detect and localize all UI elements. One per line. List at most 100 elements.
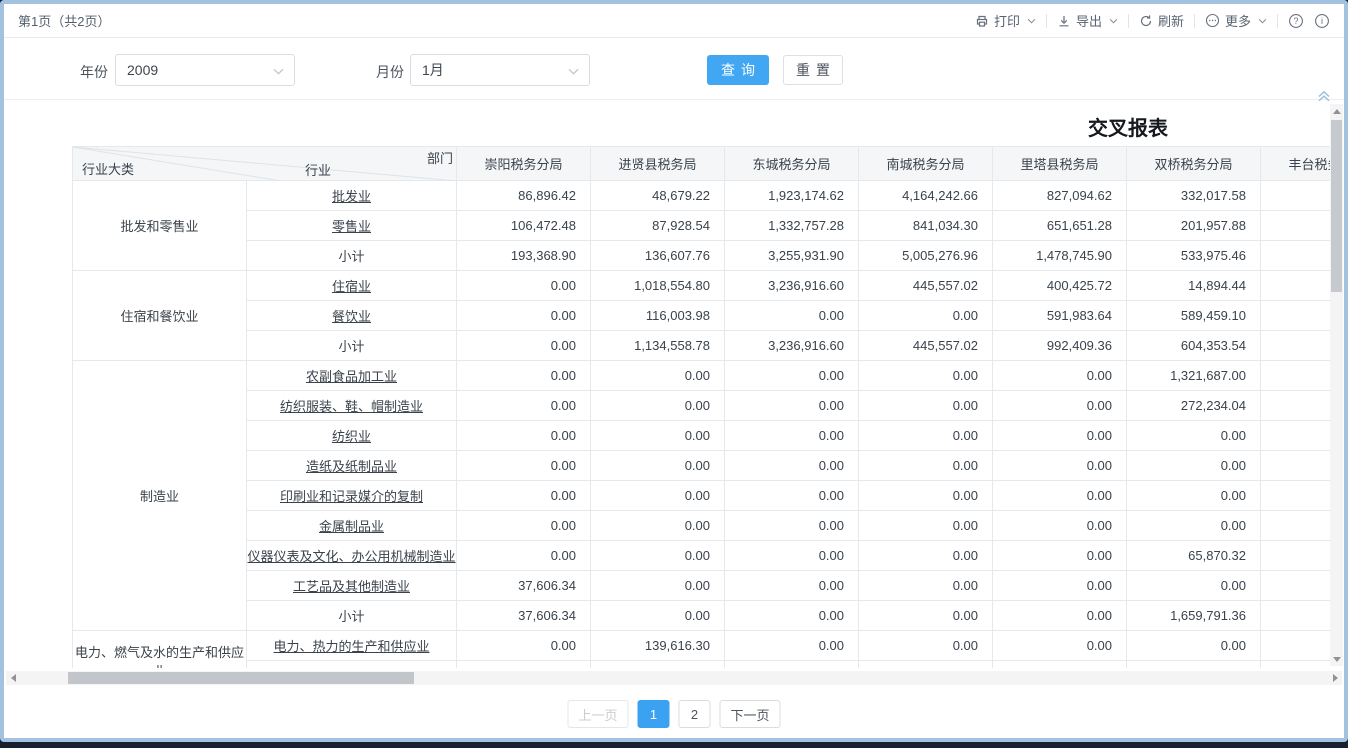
value-cell: 0.00 [859,421,993,451]
page-button-1[interactable]: 1 [638,700,670,728]
month-select[interactable]: 1月 [410,54,590,86]
chevron-down-icon [1258,18,1267,24]
value-cell: 272,234.04 [1127,391,1261,421]
industry-link[interactable]: 电力、热力的生产和供应业 [247,631,457,661]
chevron-down-icon [1027,18,1036,24]
industry-link[interactable]: 纺织业 [247,421,457,451]
reset-button[interactable]: 重置 [783,55,843,85]
value-cell: 0.00 [859,511,993,541]
header-row: 行业大类 行业 部门 崇阳税务分局进贤县税务局东城税务分局南城税务分局里塔县税务… [73,147,1333,181]
industry-link[interactable]: 农副食品加工业 [247,361,457,391]
industry-link[interactable]: 工艺品及其他制造业 [247,571,457,601]
value-cell: 0.00 [725,301,859,331]
category-cell: 批发和零售业 [73,181,247,271]
industry-link[interactable]: 造纸及纸制品业 [247,451,457,481]
value-cell: 0.00 [457,661,591,669]
query-button[interactable]: 查询 [707,55,769,85]
value-cell: 0.00 [457,331,591,361]
vertical-scrollbar[interactable] [1330,104,1343,666]
value-cell: 1,478,745.90 [993,241,1127,271]
value-cell [1261,541,1333,571]
value-cell: 0.00 [859,541,993,571]
value-cell: 0.00 [591,571,725,601]
cross-report-table: 行业大类 行业 部门 崇阳税务分局进贤县税务局东城税务分局南城税务分局里塔县税务… [72,146,1332,668]
column-header-bureau-6: 丰台税务分局 [1261,147,1333,181]
report-content: 交叉报表 行业大类 行业 [4,100,1344,738]
report-window: 第1页（共2页） 打印 导出 [0,0,1348,742]
value-cell: 604,353.54 [1127,331,1261,361]
horizontal-scrollbar[interactable] [6,671,1342,685]
toolbar-separator [1128,14,1129,28]
value-cell: 1,332,757.28 [725,211,859,241]
value-cell: 106,472.48 [457,211,591,241]
value-cell: 0.00 [1127,511,1261,541]
value-cell: 87,928.54 [591,211,725,241]
value-cell [1261,301,1333,331]
value-cell: 139,616.30 [591,631,725,661]
value-cell: 0.00 [725,661,859,669]
value-cell: 0.00 [591,391,725,421]
scroll-up-arrow[interactable] [1330,104,1343,118]
industry-link[interactable]: 零售业 [247,211,457,241]
value-cell: 3,255,931.90 [725,241,859,271]
next-page-button[interactable]: 下一页 [720,700,781,728]
column-header-bureau-2: 东城税务分局 [725,147,859,181]
value-cell: 0.00 [457,301,591,331]
industry-link[interactable]: 仪器仪表及文化、办公用机械制造业 [247,541,457,571]
table-row: 纺织服装、鞋、帽制造业0.000.000.000.000.00272,234.0… [73,391,1333,421]
info-button[interactable]: i [1314,13,1330,29]
value-cell: 37,606.34 [457,601,591,631]
industry-link[interactable]: 餐饮业 [247,301,457,331]
value-cell: 0.00 [725,391,859,421]
value-cell: 400,425.72 [993,271,1127,301]
value-cell: 0.00 [591,361,725,391]
value-cell: 0.00 [993,481,1127,511]
value-cell: 533,975.46 [1127,241,1261,271]
value-cell [1261,331,1333,361]
vertical-scroll-thumb[interactable] [1331,120,1342,292]
value-cell: 65,870.32 [1127,541,1261,571]
table-row: 造纸及纸制品业0.000.000.000.000.000.00 [73,451,1333,481]
page-button-2[interactable]: 2 [679,700,711,728]
horizontal-scroll-thumb[interactable] [68,672,414,684]
year-select[interactable]: 2009 [115,54,295,86]
value-cell: 14,894.44 [1127,271,1261,301]
value-cell: 1,659,791.36 [1127,601,1261,631]
scroll-left-arrow[interactable] [6,671,20,685]
toolbar-separator [1277,14,1278,28]
value-cell: 0.00 [457,451,591,481]
industry-link[interactable]: 住宿业 [247,271,457,301]
value-cell: 445,557.02 [859,331,993,361]
value-cell: 136,607.76 [591,241,725,271]
value-cell: 0.00 [725,601,859,631]
industry-link[interactable]: 印刷业和记录媒介的复制 [247,481,457,511]
category-cell: 住宿和餐饮业 [73,271,247,361]
value-cell: 193,368.90 [457,241,591,271]
export-button[interactable]: 导出 [1057,11,1118,30]
table-row: 金属制品业0.000.000.000.000.000.00 [73,511,1333,541]
print-button[interactable]: 打印 [975,11,1036,30]
scroll-right-arrow[interactable] [1328,671,1342,685]
value-cell: 841,034.30 [859,211,993,241]
pagination: 上一页 12 下一页 [567,700,780,728]
industry-link[interactable]: 金属制品业 [247,511,457,541]
prev-page-button[interactable]: 上一页 [567,700,628,728]
corner-category-label: 行业大类 [82,159,134,178]
value-cell: 0.00 [1127,481,1261,511]
value-cell: 0.00 [591,601,725,631]
value-cell: 0.00 [725,421,859,451]
scroll-down-arrow[interactable] [1330,652,1343,666]
refresh-button[interactable]: 刷新 [1139,11,1184,30]
table-row: 小计193,368.90136,607.763,255,931.905,005,… [73,241,1333,271]
report-title: 交叉报表 [1088,112,1168,141]
more-button[interactable]: 更多 [1205,11,1267,30]
industry-link[interactable]: 纺织服装、鞋、帽制造业 [247,391,457,421]
value-cell [1261,481,1333,511]
value-cell: 0.00 [859,601,993,631]
value-cell: 1,134,558.78 [591,331,725,361]
help-button[interactable]: ? [1288,13,1304,29]
value-cell: 0.00 [457,631,591,661]
industry-link[interactable]: 水的生产和供应业 [247,661,457,669]
chevron-down-icon [273,62,284,78]
industry-link[interactable]: 批发业 [247,181,457,211]
